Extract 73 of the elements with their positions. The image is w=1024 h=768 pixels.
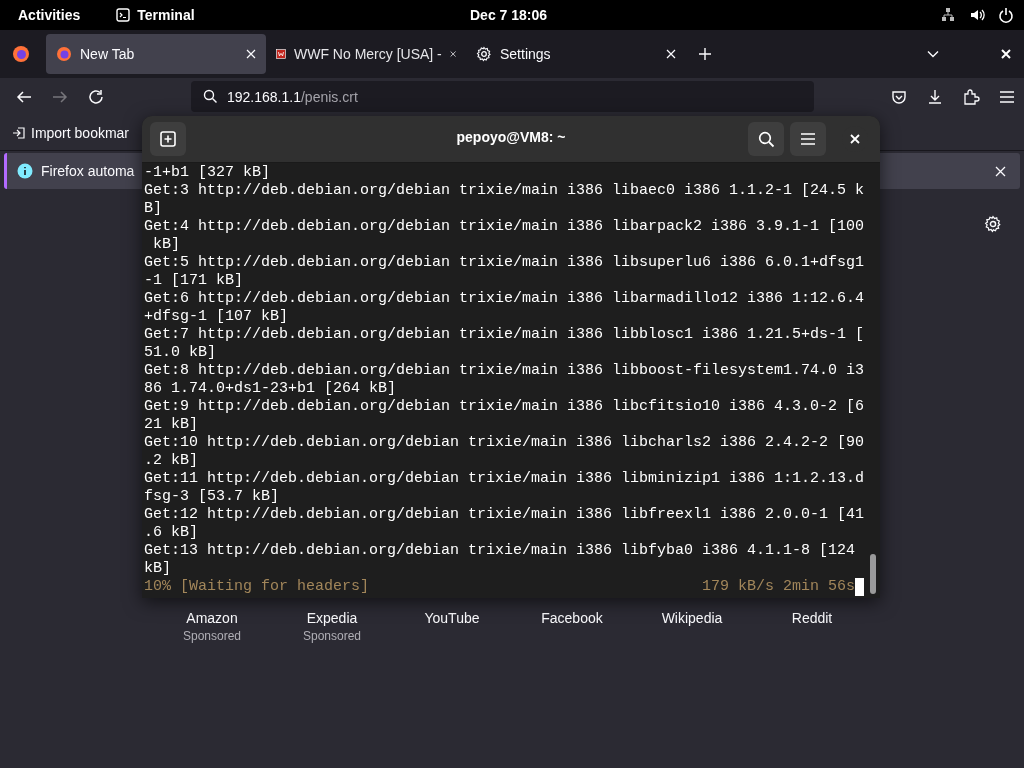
- terminal-line: Get:10 http://deb.debian.org/debian trixie/main i386 libcharls2 i386 2.4.2-2 [90: [144, 434, 865, 452]
- terminal-line: Get:8 http://deb.debian.org/debian trixie/main i386 libboost-filesystem1.74.0 i3: [144, 362, 865, 380]
- terminal-line: .6 kB]: [144, 524, 198, 542]
- terminal-line: Get:7 http://deb.debian.org/debian trixie/main i386 libblosc1 i386 1.21.5+ds-1 [: [144, 326, 865, 344]
- power-icon[interactable]: [998, 7, 1014, 23]
- text-cursor: [855, 578, 864, 596]
- close-icon[interactable]: [666, 49, 676, 59]
- terminal-line: 51.0 kB]: [144, 344, 216, 362]
- clock[interactable]: Dec 7 18:06: [470, 7, 548, 23]
- notification-text: Firefox automa: [41, 163, 135, 179]
- network-icon[interactable]: [940, 7, 956, 23]
- terminal-line: Get:4 http://deb.debian.org/debian trixie/main i386 libarpack2 i386 3.9.1-1 [100: [144, 218, 865, 236]
- firefox-logo-icon[interactable]: [12, 45, 30, 63]
- firefox-logo-icon: [56, 46, 72, 62]
- shortcut-title[interactable]: Wikipedia: [661, 609, 723, 627]
- terminal-line: .2 kB]: [144, 452, 198, 470]
- shortcut-title[interactable]: Reddit: [791, 609, 833, 627]
- letter-tile-icon: [276, 46, 286, 62]
- settings-icon[interactable]: [984, 215, 1002, 233]
- puzzle-icon[interactable]: [962, 87, 980, 106]
- terminal-line: Get:6 http://deb.debian.org/debian trixie/main i386 libarmadillo12 i386 1:12.6.4: [144, 290, 865, 308]
- terminal-line: B]: [144, 200, 162, 218]
- search-button[interactable]: [748, 122, 784, 156]
- sponsored-label: Sponsored: [302, 628, 361, 645]
- terminal-line: 86 1.74.0+ds1-23+b1 [264 kB]: [144, 380, 397, 398]
- terminal-line: Get:11 http://deb.debian.org/debian trixie/main i386 libminizip1 i386 1:1.2.13.d: [144, 470, 865, 488]
- plus-square-icon: [160, 131, 176, 147]
- import-icon: [12, 125, 26, 140]
- new-tab-button[interactable]: [150, 122, 186, 156]
- browser-tab[interactable]: New Tab: [46, 34, 266, 74]
- reload-icon[interactable]: [87, 87, 105, 106]
- new-tab-icon[interactable]: [698, 47, 712, 61]
- close-icon[interactable]: [246, 49, 256, 59]
- progress-status: 10% [Waiting for headers]: [144, 578, 370, 596]
- sponsored-label: Sponsored: [182, 628, 241, 645]
- gear-icon: [476, 46, 492, 62]
- search-icon: [203, 89, 218, 104]
- close-icon[interactable]: [1000, 48, 1012, 60]
- terminal-line: fsg-3 [53.7 kB]: [144, 488, 280, 506]
- menu-button[interactable]: [790, 122, 826, 156]
- address-bar[interactable]: 192.168.1.1/penis.crt: [191, 81, 814, 112]
- terminal-line: -1+b1 [327 kB]: [144, 164, 271, 182]
- close-icon: [850, 134, 860, 144]
- terminal-line: Get:5 http://deb.debian.org/debian trixie/main i386 libsuperlu6 i386 6.0.1+dfsg1: [144, 254, 865, 272]
- terminal-line: +dfsg-1 [107 kB]: [144, 308, 289, 326]
- terminal-line: Get:13 http://deb.debian.org/debian trixie/main i386 libfyba0 i386 4.1.1-8 [124: [144, 542, 856, 560]
- app-menu[interactable]: Terminal: [116, 7, 195, 23]
- import-bookmarks-button[interactable]: Import bookmar: [12, 124, 130, 141]
- browser-tab[interactable]: Settings: [466, 34, 686, 74]
- terminal-line: kB]: [152, 236, 180, 254]
- download-icon[interactable]: [926, 87, 944, 106]
- search-icon: [757, 130, 775, 148]
- terminal-line: -1 [171 kB]: [144, 272, 244, 290]
- volume-icon[interactable]: [969, 7, 985, 23]
- browser-tab[interactable]: WWF No Mercy [USA] -: [266, 34, 466, 74]
- terminal-icon: [116, 8, 131, 22]
- terminal-line: 21 kB]: [144, 416, 198, 434]
- activities-button[interactable]: Activities: [18, 7, 81, 23]
- shortcut-title[interactable]: YouTube: [424, 609, 480, 627]
- menu-icon: [800, 132, 816, 146]
- shortcut-title[interactable]: Amazon: [186, 609, 238, 627]
- close-icon[interactable]: [995, 165, 1006, 177]
- terminal-line: kB]: [144, 560, 171, 578]
- close-icon[interactable]: [449, 49, 456, 59]
- info-icon: [17, 163, 33, 179]
- terminal-line: Get:12 http://deb.debian.org/debian trixie/main i386 libfreexl1 i386 2.0.0-1 [41: [144, 506, 865, 524]
- shortcut-title[interactable]: Facebook: [541, 609, 603, 627]
- download-rate: 179 kB/s 2min 56s: [701, 578, 855, 596]
- window-title: pepoyo@VM8: ~: [456, 129, 566, 145]
- terminal-line: Get:3 http://deb.debian.org/debian trixie/main i386 libaec0 i386 1.1.2-1 [24.5 k: [144, 182, 865, 200]
- scrollbar-thumb[interactable]: [870, 554, 876, 594]
- shortcut-title[interactable]: Expedia: [306, 609, 358, 627]
- terminal-line: Get:9 http://deb.debian.org/debian trixie/main i386 libcfitsio10 i386 4.3.0-2 [6: [144, 398, 865, 416]
